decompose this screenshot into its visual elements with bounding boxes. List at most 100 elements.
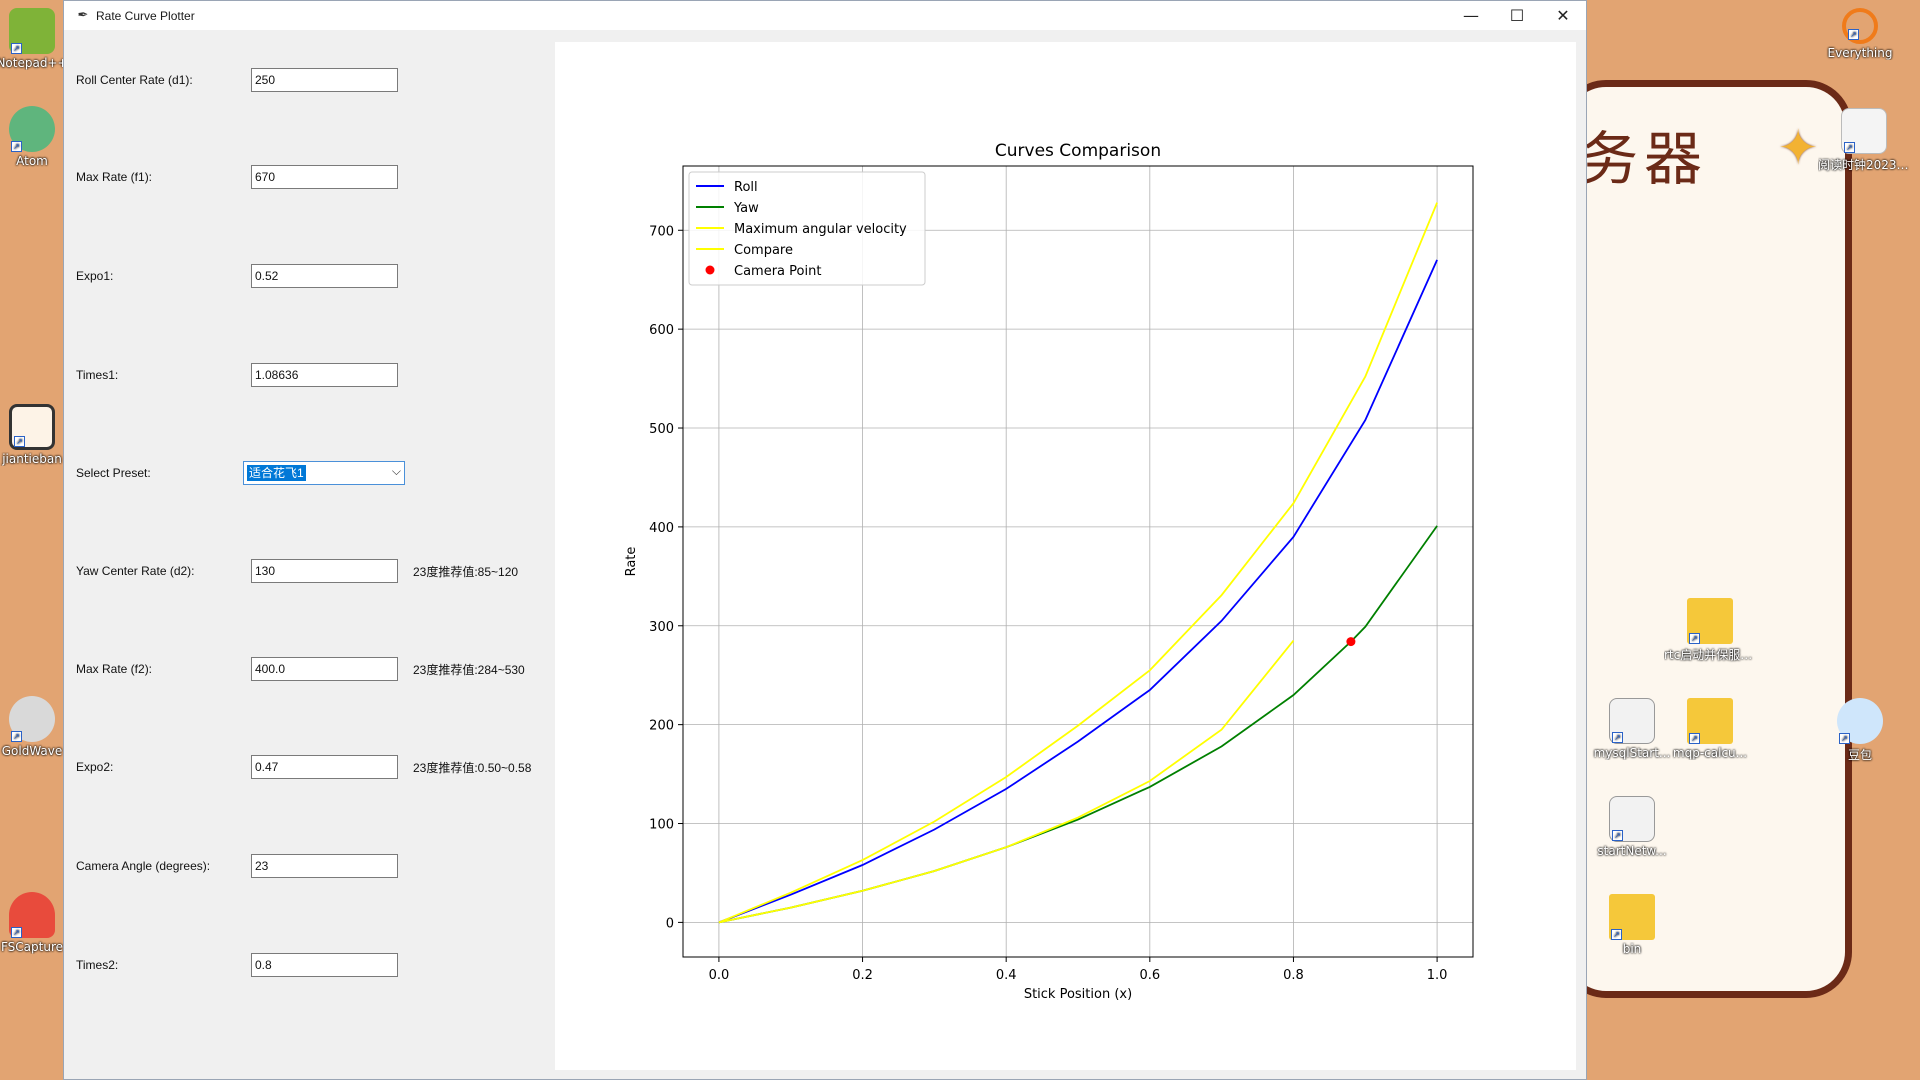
folder-icon: ↗: [1609, 894, 1655, 940]
folder-icon: ↗: [1687, 698, 1733, 744]
chevron-down-icon[interactable]: ⌵: [392, 464, 401, 479]
desktop-icon-label: rtc启动并保服务器: [1664, 648, 1756, 662]
roll-center-rate-input[interactable]: [251, 68, 398, 92]
atom-icon: ↗: [9, 106, 55, 152]
python-file-icon: ↗: [1841, 108, 1887, 154]
plot-canvas: Curves Comparison Stick Position (x) Rat…: [555, 42, 1576, 1070]
wallpaper-text: 务器: [1580, 125, 1709, 193]
x-tick-label: 0.8: [1283, 968, 1304, 983]
title-bar[interactable]: ✒ Rate Curve Plotter — ☐ ✕: [64, 1, 1586, 31]
desktop-icon-bin-folder[interactable]: ↗ bin: [1586, 894, 1678, 956]
doubao-icon: ↗: [1837, 698, 1883, 744]
window-controls: — ☐ ✕: [1448, 1, 1586, 31]
y-tick-label: 300: [649, 620, 674, 635]
legend-yaw-label: Yaw: [733, 201, 759, 216]
times1-label: Times1:: [76, 368, 119, 382]
maximum-angular-velocity-line: [718, 202, 1438, 924]
yaw-center-rate-hint: 23度推荐值:85~120: [413, 564, 519, 579]
y-tick-label: 100: [649, 818, 674, 833]
desktop-icon-rtc-folder[interactable]: ↗ rtc启动并保服务器: [1664, 598, 1756, 663]
y-tick-label: 400: [649, 521, 674, 536]
expo2-hint: 23度推荐值:0.50~0.58: [413, 760, 532, 775]
everything-search-icon: ↗: [1842, 8, 1878, 44]
expo2-label: Expo2:: [76, 760, 114, 774]
close-button[interactable]: ✕: [1540, 1, 1586, 31]
expo2-row: Expo2: 23度推荐值:0.50~0.58: [76, 755, 531, 779]
y-tick-label: 600: [649, 323, 674, 338]
x-tick-label: 0.2: [852, 968, 873, 983]
parameter-form: Roll Center Rate (d1): Max Rate (f1): Ex…: [64, 31, 552, 1080]
expo1-input[interactable]: [251, 264, 398, 288]
times2-label: Times2:: [76, 958, 119, 972]
max-rate-f2-input[interactable]: [251, 657, 398, 681]
feather-icon: ✒: [77, 8, 89, 23]
settings-file-icon: ↗: [1609, 698, 1655, 744]
camera-angle-label: Camera Angle (degrees):: [76, 859, 211, 873]
expo1-label: Expo1:: [76, 269, 114, 283]
yaw-line: [718, 525, 1438, 924]
y-tick-label: 200: [649, 719, 674, 734]
roll-line: [718, 259, 1438, 924]
max-rate-f1-input[interactable]: [251, 165, 398, 189]
legend-compare-label: Compare: [734, 243, 793, 258]
yaw-center-rate-input[interactable]: [251, 559, 398, 583]
times1-input[interactable]: [251, 363, 398, 387]
preset-label: Select Preset:: [76, 466, 151, 480]
minimize-button[interactable]: —: [1448, 1, 1494, 31]
x-axis-label: Stick Position (x): [1024, 987, 1132, 1002]
camera-angle-input[interactable]: [251, 854, 398, 878]
expo2-input[interactable]: [251, 755, 398, 779]
preset-selected-value: 适合花飞1: [247, 465, 306, 481]
y-tick-label: 700: [649, 224, 674, 239]
settings-file-icon: ↗: [1609, 796, 1655, 842]
times2-row: Times2:: [76, 953, 398, 977]
desktop-icon-label: mqp-calcu...: [1672, 746, 1748, 760]
goldwave-icon: ↗: [9, 696, 55, 742]
desktop-icon-label: Everything: [1827, 46, 1893, 60]
notepad-plus-plus-icon: ↗: [9, 8, 55, 54]
legend-roll-label: Roll: [734, 180, 758, 195]
max-rate-f2-hint: 23度推荐值:284~530: [413, 662, 525, 677]
maximize-button[interactable]: ☐: [1494, 1, 1540, 31]
preset-dropdown[interactable]: 适合花飞1 ⌵: [243, 461, 405, 485]
desktop-icon-startnetw[interactable]: ↗ startNetw...: [1586, 796, 1678, 858]
max-rate-f1-row: Max Rate (f1):: [76, 165, 398, 189]
camera-angle-row: Camera Angle (degrees):: [76, 854, 398, 878]
yaw-center-rate-label: Yaw Center Rate (d2):: [76, 564, 195, 578]
desktop-icon-label: startNetw...: [1597, 844, 1667, 858]
legend-camera-point-swatch: [705, 265, 715, 275]
desktop-icon-python-file[interactable]: ↗ 阅读时钟2023112...: [1818, 108, 1910, 173]
expo1-row: Expo1:: [76, 264, 398, 288]
desktop-icon-label: bin: [1622, 942, 1642, 956]
max-rate-f2-label: Max Rate (f2):: [76, 662, 153, 676]
y-axis-label: Rate: [624, 547, 639, 577]
y-tick-label: 0: [666, 916, 674, 931]
x-tick-label: 0.4: [996, 968, 1017, 983]
times2-input[interactable]: [251, 953, 398, 977]
times1-row: Times1:: [76, 363, 398, 387]
desktop-icon-mqp-folder[interactable]: ↗ mqp-calcu...: [1664, 698, 1756, 760]
desktop-icon-label: 阅读时钟2023112...: [1818, 158, 1910, 172]
window-title: Rate Curve Plotter: [96, 8, 195, 23]
max-rate-f2-row: Max Rate (f2): 23度推荐值:284~530: [76, 657, 525, 681]
clipboard-app-icon: ↗: [9, 404, 55, 450]
folder-icon: ↗: [1687, 598, 1733, 644]
legend-camera-point-label: Camera Point: [734, 264, 821, 279]
max-rate-f1-label: Max Rate (f1):: [76, 170, 153, 184]
app-window: ✒ Rate Curve Plotter — ☐ ✕ Roll Center R…: [63, 0, 1587, 1080]
y-tick-label: 500: [649, 422, 674, 437]
x-tick-label: 0.0: [709, 968, 730, 983]
x-tick-label: 0.6: [1139, 968, 1160, 983]
legend-maximum-angular-velocity-label: Maximum angular velocity: [734, 222, 907, 237]
preset-row: Select Preset: 适合花飞1 ⌵: [76, 461, 405, 485]
roll-center-rate-label: Roll Center Rate (d1):: [76, 73, 193, 87]
desktop-icon-label: 豆包: [1847, 748, 1872, 762]
chart-title: Curves Comparison: [995, 141, 1161, 161]
fscapture-icon: ↗: [9, 892, 55, 938]
curves-chart: Curves Comparison Stick Position (x) Rat…: [624, 141, 1474, 1002]
camera-point-marker: [1346, 637, 1356, 647]
x-tick-label: 1.0: [1427, 968, 1448, 983]
desktop-icon-everything[interactable]: ↗ Everything: [1814, 8, 1906, 60]
desktop-icon-doubao[interactable]: ↗ 豆包: [1814, 698, 1906, 763]
star-decoration: ✦: [1778, 120, 1819, 176]
